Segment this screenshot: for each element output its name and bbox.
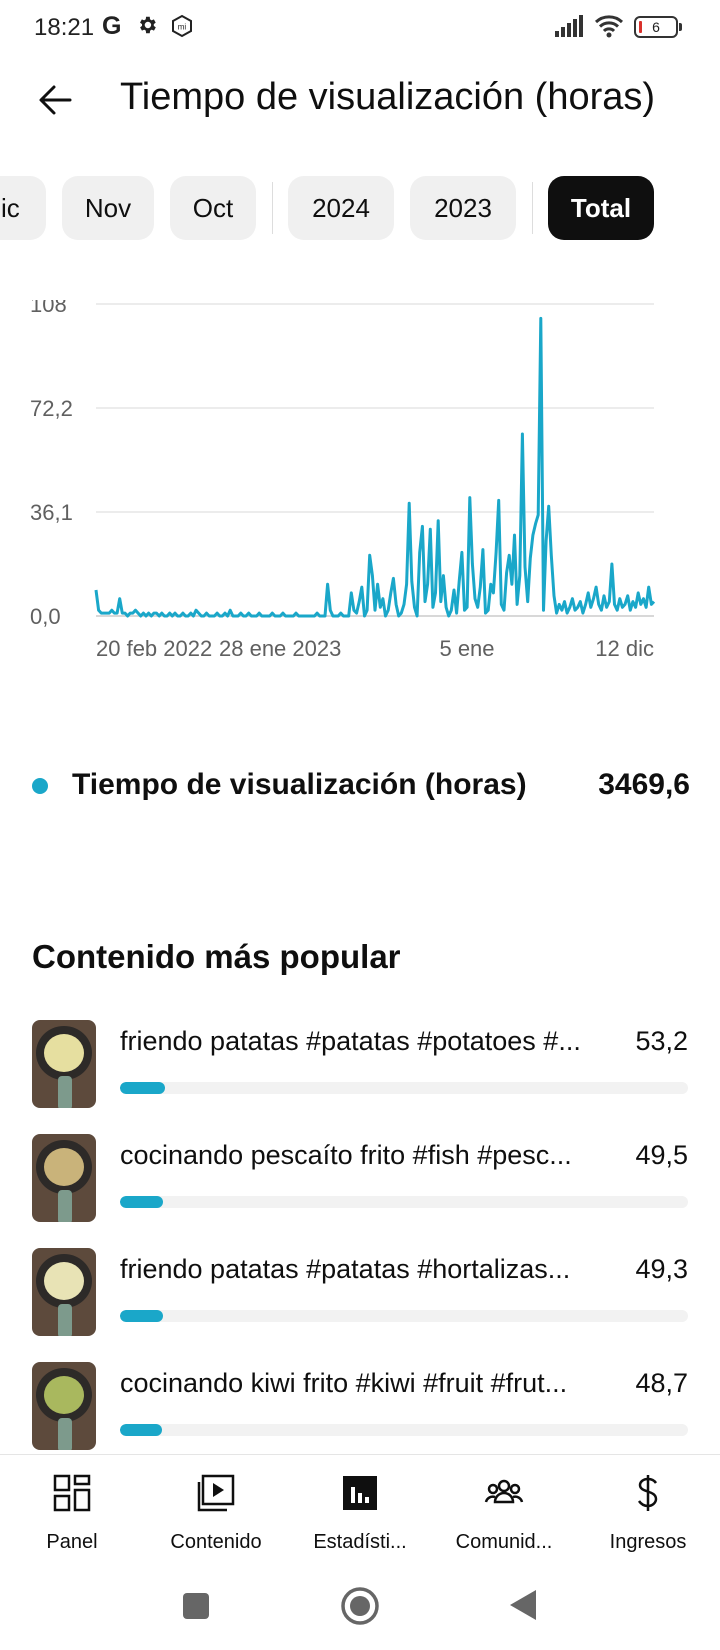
bottom-navigation: Panel Contenido Estadísti... Comunid... xyxy=(0,1454,720,1566)
line-chart: 108 72,2 36,1 0,0 20 feb 2022 28 ene 2023 5 en… xyxy=(30,300,656,661)
video-thumbnail xyxy=(32,1134,96,1222)
header: Tiempo de visualización (horas) xyxy=(0,62,720,138)
watch-time-chart: 108 72,2 36,1 0,0 20 feb 2022 28 ene 2023 5 en… xyxy=(0,300,720,700)
section-title: Contenido más popular xyxy=(32,938,401,975)
nav-panel[interactable]: Panel xyxy=(0,1455,144,1567)
item-value: 48,7 xyxy=(635,1368,688,1398)
chip-oct[interactable]: Oct xyxy=(170,176,256,240)
chip-nov[interactable]: Nov xyxy=(62,176,154,240)
nav-label: Estadísti... xyxy=(313,1531,407,1553)
chip-divider xyxy=(532,182,533,234)
item-progress-bar xyxy=(120,1310,688,1322)
item-title: cocinando pescaíto frito #fish #pesc... xyxy=(120,1140,572,1170)
chip-total[interactable]: Total xyxy=(548,176,654,240)
nav-label: Contenido xyxy=(170,1531,262,1553)
list-item[interactable]: friendo patatas #patatas #hortalizas... … xyxy=(0,1242,720,1338)
back-arrow-icon[interactable] xyxy=(34,78,78,122)
status-bar: 18:21 G mi 6 xyxy=(0,0,720,54)
nav-label: Comunid... xyxy=(455,1531,553,1553)
legend-dot xyxy=(32,778,48,794)
x-tick-label: 28 ene 2023 xyxy=(219,636,341,661)
item-progress-bar xyxy=(120,1424,688,1436)
status-time: 18:21 xyxy=(34,14,95,41)
legend-label: Tiempo de visualización (horas) xyxy=(72,768,527,801)
video-thumbnail xyxy=(32,1362,96,1450)
chart-legend: Tiempo de visualización (horas) 3469,6 xyxy=(30,764,690,808)
nav-estadisticas[interactable]: Estadísti... xyxy=(288,1455,432,1567)
nav-label: Panel xyxy=(46,1531,98,1553)
filter-chips: Dic Nov Oct 2024 2023 Total xyxy=(0,176,720,242)
item-title: cocinando kiwi frito #kiwi #fruit #frut.… xyxy=(120,1368,568,1398)
dollar-icon xyxy=(637,1475,658,1511)
nav-ingresos[interactable]: Ingresos xyxy=(576,1455,720,1567)
video-thumbnail xyxy=(32,1020,96,1108)
x-tick-label: 5 ene xyxy=(439,636,494,661)
item-title: friendo patatas #patatas #hortalizas... xyxy=(120,1254,571,1284)
x-tick-label: 20 feb 2022 xyxy=(96,636,212,661)
x-tick-label: 12 dic xyxy=(595,636,654,661)
y-tick-label: 0,0 xyxy=(30,604,61,629)
nav-contenido[interactable]: Contenido xyxy=(144,1455,288,1567)
wifi-icon xyxy=(594,15,624,38)
chip-2024[interactable]: 2024 xyxy=(288,176,394,240)
chip-dic[interactable]: Dic xyxy=(0,176,46,240)
svg-text:mi: mi xyxy=(178,23,187,32)
analytics-icon xyxy=(343,1476,377,1510)
page-title: Tiempo de visualización (horas) xyxy=(120,76,656,118)
back-triangle-icon[interactable] xyxy=(508,1588,538,1622)
item-value: 53,2 xyxy=(635,1026,688,1056)
list-item[interactable]: friendo patatas #patatas #potatoes #... … xyxy=(0,1014,720,1110)
y-tick-label: 72,2 xyxy=(30,396,73,421)
item-value: 49,5 xyxy=(635,1140,688,1170)
system-navigation xyxy=(0,1566,720,1650)
chip-divider xyxy=(272,182,273,234)
item-progress-bar xyxy=(120,1196,688,1208)
list-item[interactable]: cocinando pescaíto frito #fish #pesc... … xyxy=(0,1128,720,1224)
nav-label: Ingresos xyxy=(609,1531,687,1553)
nav-comunidad[interactable]: Comunid... xyxy=(432,1455,576,1567)
recents-square-icon[interactable] xyxy=(182,1592,210,1620)
content-icon xyxy=(197,1474,235,1512)
legend-total: 3469,6 xyxy=(598,768,690,801)
battery-icon: 6 xyxy=(634,16,682,38)
signal-icon xyxy=(555,15,583,37)
item-title: friendo patatas #patatas #potatoes #... xyxy=(120,1026,581,1056)
item-value: 49,3 xyxy=(635,1254,688,1284)
y-tick-label: 108 xyxy=(30,300,67,317)
item-progress-bar xyxy=(120,1082,688,1094)
popular-content-list: friendo patatas #patatas #potatoes #... … xyxy=(0,1014,720,1454)
community-icon xyxy=(484,1479,524,1504)
home-circle-icon[interactable] xyxy=(340,1586,380,1626)
google-icon: G xyxy=(102,12,122,40)
video-thumbnail xyxy=(32,1248,96,1336)
dashboard-icon xyxy=(53,1474,91,1512)
gear-icon xyxy=(140,16,156,34)
list-item[interactable]: cocinando kiwi frito #kiwi #fruit #frut.… xyxy=(0,1356,720,1452)
y-tick-label: 36,1 xyxy=(30,500,73,525)
battery-level: 6 xyxy=(652,19,660,35)
series-line xyxy=(94,316,656,618)
mi-icon: mi xyxy=(172,14,192,38)
chip-2023[interactable]: 2023 xyxy=(410,176,516,240)
